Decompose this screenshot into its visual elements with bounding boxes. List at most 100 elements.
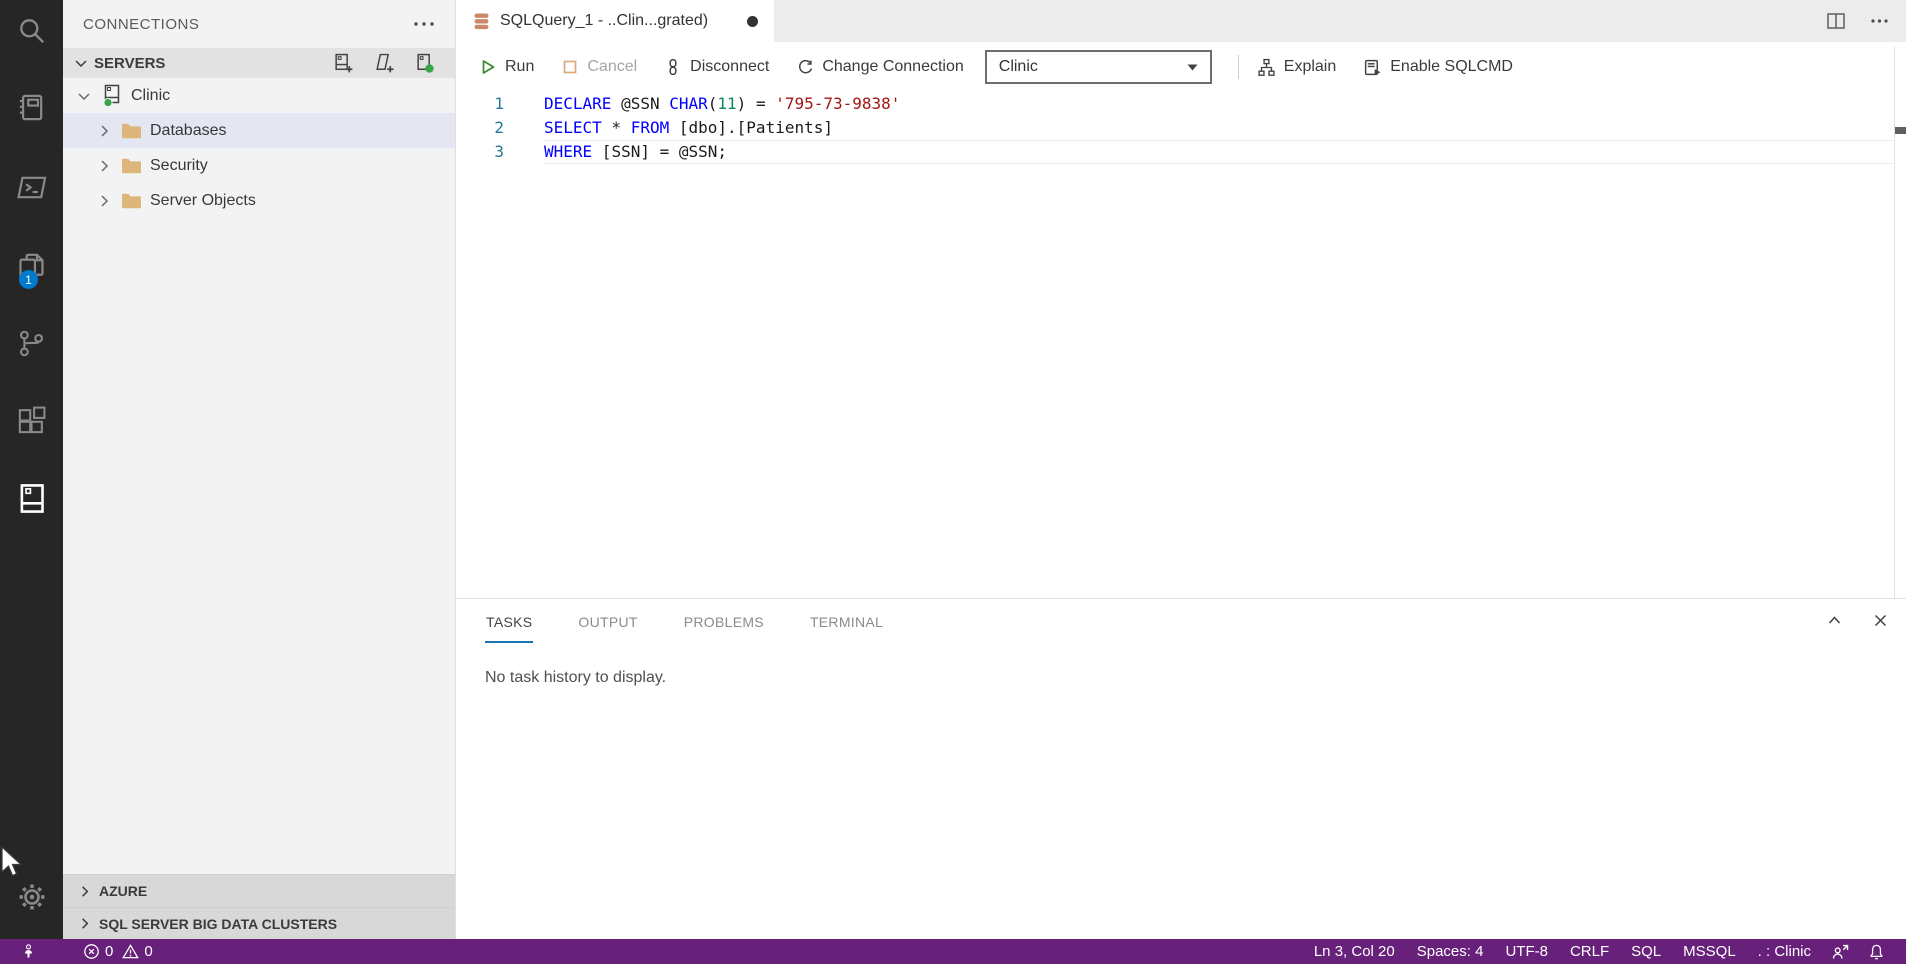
big-data-clusters-section-label: SQL SERVER BIG DATA CLUSTERS [99, 916, 337, 932]
settings-gear-icon[interactable] [0, 880, 63, 914]
azure-section-label: AZURE [99, 883, 147, 899]
code-editor[interactable]: 1DECLARE @SSN CHAR(11) = '795-73-9838'2S… [456, 92, 1906, 164]
connection-status[interactable]: . : Clinic [1747, 943, 1822, 960]
chevron-down-icon [73, 55, 89, 71]
chevron-right-icon[interactable] [95, 158, 112, 174]
more-actions-icon[interactable] [413, 21, 435, 27]
eol-status[interactable]: CRLF [1559, 943, 1620, 960]
cancel-stop-icon [561, 58, 579, 76]
tab-sqlquery1[interactable]: SQLQuery_1 - ..Clin...grated) [456, 0, 774, 42]
scrollbar-cursor-mark [1895, 127, 1906, 134]
servers-section-label: SERVERS [94, 55, 165, 72]
panel-tab-output[interactable]: OUTPUT [577, 599, 638, 643]
servers-section-header[interactable]: SERVERS [63, 48, 455, 78]
code-text: DECLARE @SSN CHAR(11) = '795-73-9838' [504, 92, 900, 116]
tree-item-clinic[interactable]: Clinic [63, 78, 455, 113]
current-line-highlight [544, 140, 1893, 164]
activity-badge: 1 [19, 270, 38, 289]
extensions-icon[interactable] [0, 405, 63, 436]
code-text: WHERE [SSN] = @SSN; [504, 140, 727, 164]
new-connection-icon[interactable] [333, 53, 354, 74]
split-editor-icon[interactable] [1826, 12, 1846, 30]
more-actions-icon[interactable] [1870, 18, 1889, 24]
editor-tab-bar: SQLQuery_1 - ..Clin...grated) [456, 0, 1906, 42]
chevron-right-icon [77, 884, 92, 899]
panel-tabs: TASKS OUTPUT PROBLEMS TERMINAL [456, 599, 1906, 643]
change-connection-button[interactable]: Change Connection [796, 58, 963, 76]
database-dropdown-value: Clinic [999, 58, 1038, 76]
database-file-icon [472, 11, 491, 32]
run-button[interactable]: Run [479, 58, 534, 76]
code-line-2[interactable]: 2SELECT * FROM [dbo].[Patients] [456, 116, 1906, 140]
panel-tab-tasks[interactable]: TASKS [485, 599, 533, 643]
explain-button[interactable]: Explain [1257, 58, 1336, 77]
folder-icon [121, 157, 142, 174]
tree-item-security[interactable]: Security [63, 148, 455, 183]
server-icon [101, 84, 123, 108]
chevron-down-icon [1187, 64, 1198, 71]
new-server-group-icon[interactable] [374, 53, 395, 74]
chevron-right-icon [77, 916, 92, 931]
pages-icon[interactable]: 1 [0, 250, 63, 283]
tab-title: SQLQuery_1 - ..Clin...grated) [500, 12, 708, 30]
warning-icon [122, 943, 139, 960]
errors-status[interactable]: 0 [83, 943, 113, 960]
terminal-icon[interactable] [0, 172, 63, 203]
maximize-panel-icon[interactable] [1826, 613, 1843, 628]
show-active-connections-icon[interactable] [415, 53, 436, 74]
accessibility-person-icon[interactable] [12, 943, 45, 960]
language-status[interactable]: SQL [1620, 943, 1672, 960]
disconnect-icon [664, 58, 682, 76]
feedback-icon[interactable] [1822, 943, 1859, 961]
bottom-panel: TASKSOUTPUTPROBLEMSTERMINAL No task hist… [456, 598, 1906, 939]
server-tree: Clinic Databases Security Server Objects [63, 78, 455, 218]
tree-item-server-objects[interactable]: Server Objects [63, 183, 455, 218]
source-control-icon[interactable] [0, 328, 63, 359]
database-dropdown[interactable]: Clinic [985, 50, 1212, 84]
code-line-1[interactable]: 1DECLARE @SSN CHAR(11) = '795-73-9838' [456, 92, 1906, 116]
indentation-status[interactable]: Spaces: 4 [1406, 943, 1495, 960]
encoding-status[interactable]: UTF-8 [1494, 943, 1559, 960]
folder-icon [121, 192, 142, 209]
notifications-bell-icon[interactable] [1859, 943, 1894, 961]
status-bar: 0 0 Ln 3, Col 20 Spaces: 4 UTF-8 CRLF SQ… [0, 939, 1906, 964]
line-number: 1 [456, 92, 504, 116]
close-panel-icon[interactable] [1873, 613, 1888, 628]
notebook-icon[interactable] [0, 92, 63, 123]
dirty-indicator-dot[interactable] [747, 16, 758, 27]
code-text: SELECT * FROM [dbo].[Patients] [504, 116, 833, 140]
tree-item-label: Databases [150, 122, 227, 140]
sidebar-title-row: CONNECTIONS [63, 0, 455, 48]
chevron-right-icon[interactable] [95, 123, 112, 139]
enable-sqlcmd-button[interactable]: Enable SQLCMD [1363, 58, 1513, 77]
run-play-icon [479, 58, 497, 76]
activity-bar: 1 [0, 0, 63, 939]
provider-status[interactable]: MSSQL [1672, 943, 1747, 960]
panel-tab-terminal[interactable]: TERMINAL [809, 599, 884, 643]
line-number: 2 [456, 116, 504, 140]
tree-item-databases[interactable]: Databases [63, 113, 455, 148]
servers-icon[interactable] [0, 482, 63, 515]
query-toolbar: Run Cancel Disconnect Change Con [456, 42, 1906, 92]
error-icon [83, 943, 100, 960]
code-line-3[interactable]: 3WHERE [SSN] = @SSN; [456, 140, 1906, 164]
connections-sidebar: CONNECTIONS SERVERS [63, 0, 455, 939]
azure-section-header[interactable]: AZURE [63, 874, 455, 907]
toolbar-separator [1238, 55, 1239, 79]
chevron-right-icon[interactable] [95, 193, 112, 209]
tree-item-label: Server Objects [150, 192, 256, 210]
change-connection-icon [796, 58, 814, 76]
sidebar-title: CONNECTIONS [83, 16, 199, 33]
big-data-clusters-section-header[interactable]: SQL SERVER BIG DATA CLUSTERS [63, 907, 455, 939]
tree-item-label: Clinic [131, 87, 170, 105]
cancel-button[interactable]: Cancel [561, 58, 637, 76]
tree-item-label: Security [150, 157, 208, 175]
panel-tab-problems[interactable]: PROBLEMS [683, 599, 765, 643]
folder-icon [121, 122, 142, 139]
search-icon[interactable] [0, 15, 63, 46]
cursor-position-status[interactable]: Ln 3, Col 20 [1303, 943, 1406, 960]
warnings-status[interactable]: 0 [122, 943, 152, 960]
explain-plan-icon [1257, 58, 1276, 77]
disconnect-button[interactable]: Disconnect [664, 58, 769, 76]
chevron-down-icon[interactable] [75, 88, 92, 104]
